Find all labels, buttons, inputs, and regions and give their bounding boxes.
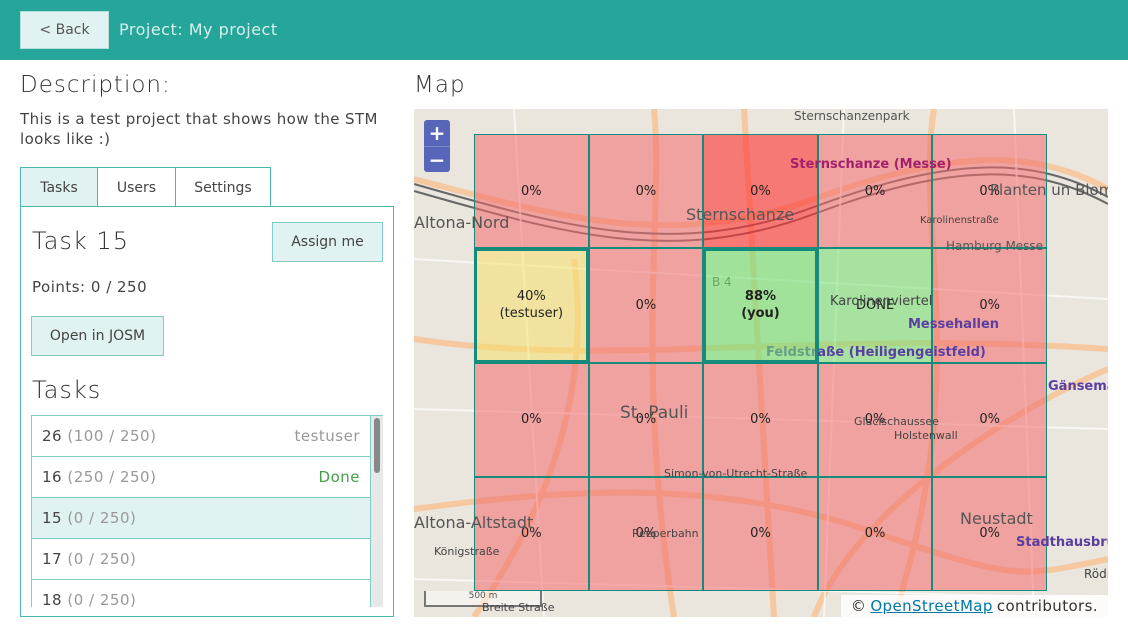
task-list: 26 (100 / 250) testuser 16 (250 / 250) D… [31, 415, 383, 607]
tab-settings[interactable]: Settings [175, 167, 271, 207]
task-list-item[interactable]: 17 (0 / 250) [31, 539, 371, 580]
task-grid-cell[interactable]: 0% [932, 362, 1047, 477]
task-grid-cell[interactable]: 0% [932, 134, 1047, 249]
task-grid-cell[interactable]: 0% [817, 134, 933, 249]
task-grid-cell[interactable]: 0% [703, 476, 818, 591]
task-grid-cell[interactable]: 0% [588, 362, 704, 477]
map-attribution: © OpenStreetMap contributors. [840, 595, 1108, 617]
task-grid-cell[interactable]: 0% [817, 362, 933, 477]
assign-me-button[interactable]: Assign me [272, 222, 383, 262]
attribution-prefix: © [850, 597, 867, 615]
zoom-out-button[interactable]: − [424, 146, 450, 172]
task-grid-cell[interactable]: 88% (you) [703, 248, 818, 363]
open-in-josm-button[interactable]: Open in JOSM [31, 316, 164, 356]
task-progress: (0 / 250) [67, 591, 137, 607]
task-progress: (100 / 250) [67, 427, 157, 445]
task-grid-cell[interactable]: 0% [588, 476, 704, 591]
map-scale: 500 m [424, 591, 542, 607]
task-grid-cell[interactable]: 0% [703, 134, 818, 249]
task-list-scrollbar[interactable] [371, 416, 383, 607]
task-list-item[interactable]: 18 (0 / 250) [31, 580, 371, 607]
task-list-item[interactable]: 26 (100 / 250) testuser [31, 416, 371, 457]
tab-bar: Tasks Users Settings [20, 167, 271, 207]
tab-users[interactable]: Users [97, 167, 176, 207]
task-id: 18 [42, 591, 63, 607]
top-toolbar: < Back Project: My project [0, 0, 1128, 60]
zoom-control: + − [424, 120, 450, 172]
project-title: Project: My project [119, 20, 278, 39]
task-progress: (250 / 250) [67, 468, 157, 486]
task-grid-cell[interactable]: 0% [588, 248, 704, 363]
task-points: Points: 0 / 250 [32, 278, 148, 296]
task-grid-cell[interactable]: 0% [474, 362, 589, 477]
task-list-item[interactable]: 16 (250 / 250) Done [31, 457, 371, 498]
task-grid-cell[interactable]: 0% [932, 248, 1047, 363]
openstreetmap-link[interactable]: OpenStreetMap [870, 597, 993, 615]
task-grid-cell[interactable]: 0% [932, 476, 1047, 591]
task-grid-cell[interactable]: 40% (testuser) [474, 248, 589, 363]
scrollbar-thumb[interactable] [374, 418, 380, 473]
task-progress: (0 / 250) [67, 550, 137, 568]
task-done-label: Done [318, 468, 360, 486]
task-list-item-selected[interactable]: 15 (0 / 250) [31, 498, 371, 539]
task-assignee: testuser [294, 427, 360, 445]
description-heading: Description: [20, 72, 171, 98]
task-grid-cell[interactable]: 0% [588, 134, 704, 249]
task-title: Task 15 [32, 227, 129, 255]
back-button[interactable]: < Back [20, 11, 109, 49]
task-progress: (0 / 250) [67, 509, 137, 527]
tasks-heading: Tasks [32, 376, 102, 404]
map-view[interactable]: 0% 0% 0% 0% 0% 40% (testuser) 0% 88% (you) DONE 0… [414, 109, 1108, 617]
description-text: This is a test project that shows how th… [20, 110, 378, 148]
task-id: 26 [42, 427, 63, 445]
task-grid-cell[interactable]: 0% [474, 134, 589, 249]
task-id: 17 [42, 550, 63, 568]
task-grid-cell[interactable]: 0% [703, 362, 818, 477]
tab-tasks[interactable]: Tasks [20, 167, 98, 207]
map-heading: Map [414, 72, 466, 98]
zoom-in-button[interactable]: + [424, 120, 450, 146]
task-id: 15 [42, 509, 63, 527]
task-grid-cell[interactable]: DONE [817, 248, 933, 363]
task-grid-cell[interactable]: 0% [474, 476, 589, 591]
task-id: 16 [42, 468, 63, 486]
task-grid-cell[interactable]: 0% [817, 476, 933, 591]
attribution-suffix: contributors. [996, 597, 1098, 615]
task-panel: Task 15 Assign me Points: 0 / 250 Open i… [20, 206, 394, 617]
